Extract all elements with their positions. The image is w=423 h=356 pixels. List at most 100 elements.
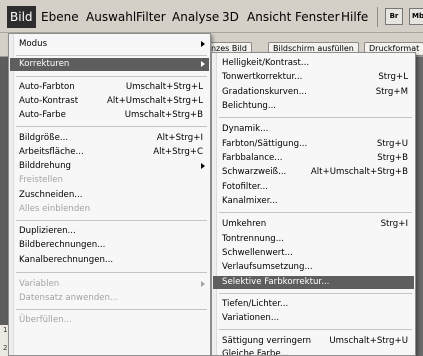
menu-item-shortcut: Strg+L [378,72,408,82]
menu-item-shortcut: Alt+Strg+I [156,133,203,143]
menu-ebene[interactable]: Ebene [41,6,79,28]
menu-item-saettigung-verringern[interactable]: Sättigung verringern Umschalt+Strg+U [213,335,414,348]
menu-item-duplizieren[interactable]: Duplizieren... [10,225,209,238]
menu-filter[interactable]: Filter [136,6,166,28]
menu-separator [16,309,207,310]
menu-item-verlaufsumsetzung[interactable]: Verlaufsumsetzung... [213,261,414,274]
menu-item-label: Auto-Farbe [19,110,66,120]
menu-item-label: Schwellenwert... [222,248,293,258]
menu-item-belichtung[interactable]: Belichtung... [213,100,414,113]
menu-bild[interactable]: Bild [7,6,36,28]
menu-item-label: Variationen... [222,313,280,323]
menu-item-label: Duplizieren... [19,226,76,236]
menu-item-bilddrehung[interactable]: Bilddrehung [10,160,209,173]
menu-item-datensatz-anwenden: Datensatz anwenden... [10,292,209,305]
menu-item-label: Selektive Farbkorrektur... [222,277,330,287]
menu-item-label: Auto-Farbton [19,82,75,92]
menu-item-kanalberechnungen[interactable]: Kanalberechnungen... [10,254,209,267]
menu-item-label: Schwarzweiß... [222,167,287,177]
menu-item-shortcut: Alt+Umschalt+Strg+L [106,96,203,106]
korrekturen-submenu: Helligkeit/Kontrast... Tonwertkorrektur.… [211,52,416,356]
menu-item-tonwertkorrektur[interactable]: Tonwertkorrektur... Strg+L [213,71,414,84]
submenu-arrow-icon [201,41,205,47]
menu-item-bildgroesse[interactable]: Bildgröße... Alt+Strg+I [10,132,209,145]
menu-item-shortcut: Strg+M [375,87,408,97]
minibridge-icon[interactable]: Mb [409,8,423,25]
menu-item-alles-einblenden: Alles einblenden [10,203,209,216]
menu-item-ueberfuellen: Überfüllen... [10,314,209,327]
menu-item-variablen: Variablen [10,278,209,291]
menu-item-umkehren[interactable]: Umkehren Strg+I [213,218,414,231]
bild-menu: Modus Korrekturen Auto-Farbton Umschalt+… [8,33,211,356]
menu-item-fotofilter[interactable]: Fotofilter... [213,181,414,194]
menu-item-label: Variablen [19,279,60,289]
menu-item-label: Belichtung... [222,101,277,111]
menu-item-label: Farbbalance... [222,153,283,163]
menu-item-kanalmixer[interactable]: Kanalmixer... [213,195,414,208]
menu-item-label: Datensatz anwenden... [19,293,119,303]
menu-item-gradationskurven[interactable]: Gradationskurven... Strg+M [213,86,414,99]
menu-item-label: Kanalberechnungen... [19,255,114,265]
menu-item-label: Tonwertkorrektur... [222,72,303,82]
menu-ansicht[interactable]: Ansicht [247,6,291,28]
menu-item-tontrennung[interactable]: Tontrennung... [213,233,414,246]
menu-item-auto-farbe[interactable]: Auto-Farbe Umschalt+Strg+B [10,109,209,122]
menu-item-label: Fotofilter... [222,182,268,192]
menu-item-label: Gradationskurven... [222,87,307,97]
menu-item-variationen[interactable]: Variationen... [213,312,414,325]
menu-item-farbbalance[interactable]: Farbbalance... Strg+B [213,152,414,165]
menu-item-shortcut: Umschalt+Strg+L [125,82,203,92]
menu-item-auto-kontrast[interactable]: Auto-Kontrast Alt+Umschalt+Strg+L [10,95,209,108]
bridge-icon[interactable]: Br [385,8,403,25]
menu-item-shortcut: Strg+I [380,219,408,229]
ruler-tick: 1 [3,326,8,334]
menu-item-label: Bildberechnungen... [19,240,106,250]
menu-separator [219,212,412,213]
menu-item-label: Sättigung verringern [222,336,312,346]
menu-item-dynamik[interactable]: Dynamik... [213,123,414,136]
menu-item-gleiche-farbe[interactable]: Gleiche Farbe... [213,348,414,356]
menu-item-schwellenwert[interactable]: Schwellenwert... [213,247,414,260]
menu-separator [16,55,207,56]
menu-item-auto-farbton[interactable]: Auto-Farbton Umschalt+Strg+L [10,81,209,94]
menu-item-farbton-saettigung[interactable]: Farbton/Sättigung... Strg+U [213,138,414,151]
menu-item-label: Bilddrehung [19,161,72,171]
menu-item-tiefen-lichter[interactable]: Tiefen/Lichter... [213,298,414,311]
menu-item-bildberechnungen[interactable]: Bildberechnungen... [10,239,209,252]
menu-item-helligkeit-kontrast[interactable]: Helligkeit/Kontrast... [213,57,414,70]
menubar-divider [377,7,378,27]
menu-fenster[interactable]: Fenster [295,6,340,28]
menu-item-label: Alles einblenden [19,204,91,214]
menu-item-shortcut: Alt+Umschalt+Strg+B [310,167,408,177]
menu-item-label: Farbton/Sättigung... [222,139,308,149]
menu-separator [16,220,207,221]
menu-item-selektive-farbkorrektur[interactable]: Selektive Farbkorrektur... [213,276,414,289]
menu-item-label: Gleiche Farbe... [222,349,289,356]
menu-item-arbeitsflaeche[interactable]: Arbeitsfläche... Alt+Strg+C [10,146,209,159]
menu-item-label: Modus [19,39,48,49]
menu-item-label: Umkehren [222,219,267,229]
menu-separator [219,293,412,294]
menu-3d[interactable]: 3D [222,6,239,28]
menu-auswahl[interactable]: Auswahl [86,6,136,28]
menu-item-label: Freistellen [19,175,63,185]
menu-item-label: Helligkeit/Kontrast... [222,58,310,68]
menu-item-modus[interactable]: Modus [10,38,209,51]
menu-separator [16,272,207,273]
menu-analyse[interactable]: Analyse [172,6,219,28]
ruler-tick: 2 [3,344,8,352]
menu-item-label: Kanalmixer... [222,196,278,206]
menu-item-shortcut: Umschalt+Strg+U [329,336,408,346]
menu-item-label: Verlaufsumsetzung... [222,262,313,272]
menu-hilfe[interactable]: Hilfe [341,6,368,28]
menu-item-label: Korrekturen [19,59,70,69]
menu-item-schwarzweiss[interactable]: Schwarzweiß... Alt+Umschalt+Strg+B [213,166,414,179]
menu-item-label: Bildgröße... [19,133,69,143]
menu-bar: Bild Ebene Auswahl Filter Analyse 3D Ans… [0,0,423,33]
menu-separator [16,126,207,127]
menu-item-korrekturen[interactable]: Korrekturen [10,58,209,71]
menu-item-label: Tontrennung... [222,234,284,244]
menu-item-shortcut: Strg+U [376,139,408,149]
menu-item-zuschneiden[interactable]: Zuschneiden... [10,189,209,202]
menu-separator [219,117,412,118]
